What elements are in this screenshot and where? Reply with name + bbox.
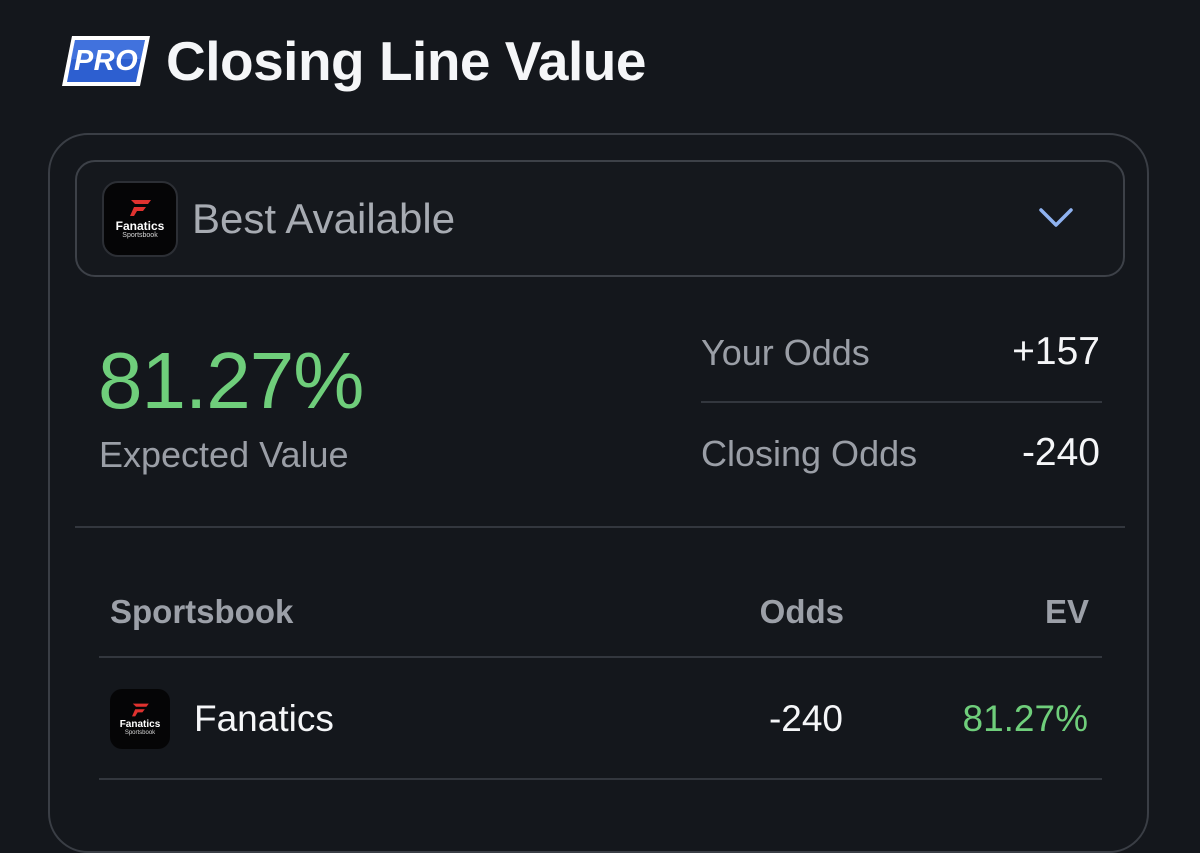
- row-sportsbook-name: Fanatics: [194, 698, 334, 739]
- closing-odds-value: -240: [1021, 431, 1100, 474]
- fanatics-logo: Fanatics Sportsbook: [110, 689, 170, 749]
- pro-badge: PRO: [58, 33, 154, 89]
- logo-wordmark: Fanatics: [119, 718, 161, 730]
- dropdown-selected-value[interactable]: Best Available: [192, 194, 455, 244]
- page-title: Closing Line Value: [166, 30, 646, 92]
- section-divider: [75, 526, 1125, 528]
- table-row-divider: [99, 778, 1102, 780]
- logo-wordmark: Fanatics: [115, 219, 165, 233]
- logo-subtext: Sportsbook: [122, 232, 158, 239]
- fanatics-logo: Fanatics Sportsbook: [102, 181, 178, 257]
- row-odds-value: -240: [768, 698, 843, 739]
- logo-subtext: Sportsbook: [124, 729, 156, 736]
- your-odds-value: +157: [1012, 330, 1100, 373]
- expected-value-label: Expected Value: [99, 434, 349, 475]
- table-header-divider: [99, 656, 1102, 658]
- chevron-down-icon[interactable]: [1038, 205, 1074, 229]
- page-header: PRO Closing Line Value: [58, 30, 646, 92]
- fanatics-f-icon: [132, 703, 149, 716]
- column-header-sportsbook: Sportsbook: [110, 593, 294, 630]
- row-ev-value: 81.27%: [962, 698, 1089, 739]
- your-odds-label: Your Odds: [701, 332, 870, 373]
- column-header-odds: Odds: [759, 593, 844, 630]
- closing-odds-label: Closing Odds: [701, 433, 918, 474]
- column-header-ev: EV: [1044, 593, 1089, 630]
- odds-divider: [701, 401, 1102, 403]
- fanatics-f-icon: [130, 200, 151, 216]
- pro-badge-label: PRO: [73, 44, 139, 77]
- expected-value-percent: 81.27%: [98, 336, 364, 425]
